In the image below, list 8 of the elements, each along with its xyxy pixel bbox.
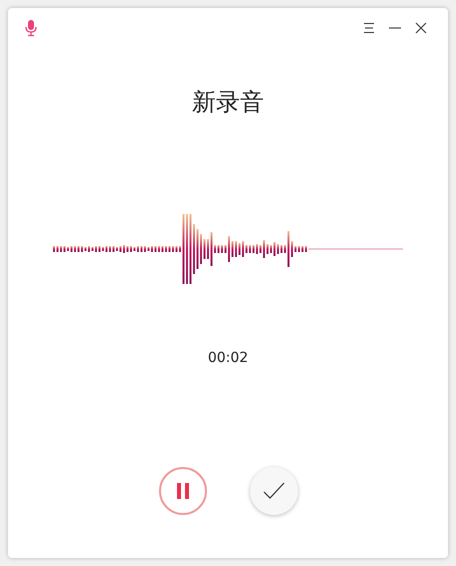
pause-icon	[176, 483, 190, 499]
checkmark-icon	[262, 482, 284, 500]
pause-button[interactable]	[158, 467, 206, 515]
close-icon	[415, 22, 427, 34]
menu-icon	[363, 22, 375, 34]
elapsed-time: 00:02	[208, 349, 248, 368]
recording-title: 新录音	[192, 90, 264, 114]
microphone-icon	[25, 19, 37, 37]
